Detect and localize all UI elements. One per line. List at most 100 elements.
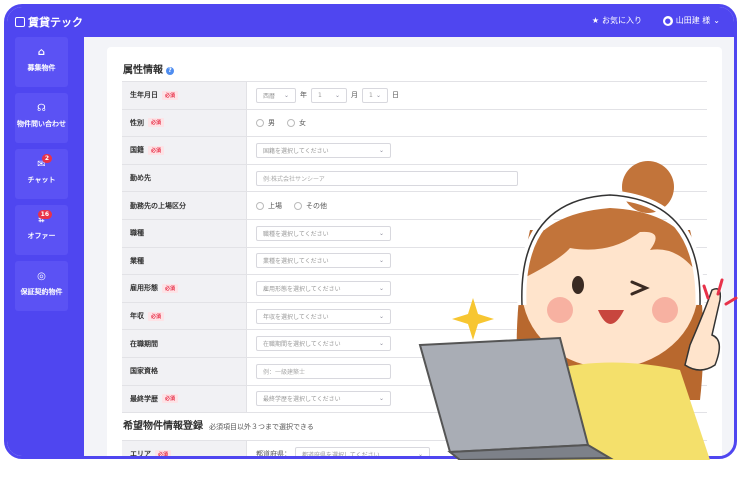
user-icon: ●: [662, 15, 673, 26]
favorites-link[interactable]: ★ お気に入り: [592, 15, 642, 26]
field-label: 業種: [122, 247, 246, 275]
radio-label: 男: [268, 118, 275, 127]
required-badge: 必須: [155, 449, 172, 456]
select-placeholder: 職種を選択してください: [263, 230, 329, 238]
field-label: 勤め先: [122, 164, 246, 192]
listing-radio-listed[interactable]: 上場: [256, 201, 282, 211]
chevron-down-icon: ⌄: [378, 146, 384, 154]
radio-icon: [294, 201, 302, 210]
home-icon: ⌂: [37, 47, 46, 58]
chevron-down-icon: ⌄: [713, 16, 720, 25]
section-note: 必須項目以外３つまで選択できる: [209, 423, 314, 431]
education-select[interactable]: 最終学歴を選択してください ⌄: [256, 391, 391, 407]
chevron-down-icon: ⌄: [378, 229, 384, 237]
nationality-select[interactable]: 国籍を選択してください ⌄: [256, 142, 391, 158]
radio-label: 女: [299, 118, 306, 127]
gender-radio-female[interactable]: 女: [287, 118, 306, 128]
logo-text: 賃貸テック: [28, 16, 83, 29]
era-select[interactable]: 西暦 ⌄: [256, 87, 296, 103]
logo-icon: [15, 17, 25, 27]
chevron-down-icon: ⌄: [375, 91, 381, 99]
day-select[interactable]: 1 ⌄: [362, 87, 388, 103]
user-name: 山田建 様: [675, 16, 711, 25]
field-label: 年収 必須: [122, 302, 246, 330]
user-menu[interactable]: ● 山田建 様 ⌄: [662, 15, 720, 26]
shield-icon: ◎: [37, 271, 46, 282]
logo[interactable]: 賃貸テック: [15, 14, 83, 30]
income-select[interactable]: 年収を選択してください ⌄: [256, 308, 391, 324]
qualification-input[interactable]: 例：一級建築士: [256, 363, 391, 379]
day-value: 1: [369, 91, 373, 99]
day-unit: 日: [392, 91, 399, 100]
top-bar: 賃貸テック ★ お気に入り ● 山田建 様 ⌄: [7, 7, 734, 37]
radio-icon: [256, 118, 264, 127]
section-title-text: 希望物件情報登録: [123, 421, 203, 432]
favorites-label: お気に入り: [602, 16, 642, 25]
chevron-down-icon: ⌄: [378, 284, 384, 292]
section-title-text: 属性情報: [123, 65, 163, 76]
chevron-down-icon: ⌄: [378, 257, 384, 265]
girl-laptop-illustration: [418, 161, 738, 460]
era-value: 西暦: [263, 92, 276, 100]
sidebar-item-guarantee[interactable]: ◎ 保証契約物件: [15, 261, 68, 311]
label-text: 職種: [130, 229, 144, 238]
label-text: 最終学歴: [130, 394, 158, 403]
label-text: 国籍: [130, 146, 144, 155]
industry-select[interactable]: 業種を選択してください ⌄: [256, 253, 391, 269]
sidebar-item-inquiries[interactable]: ☊ 物件問い合わせ: [15, 93, 68, 143]
month-unit: 月: [351, 91, 358, 100]
select-placeholder: 都道府県を選択してください: [302, 451, 380, 459]
year-unit: 年: [300, 91, 307, 100]
sidebar-item-label: 物件問い合わせ: [17, 120, 66, 128]
chevron-down-icon: ⌄: [283, 91, 289, 99]
field-label: 職種: [122, 219, 246, 247]
listing-radio-other[interactable]: その他: [294, 201, 327, 211]
laptop-screen: [418, 336, 590, 454]
required-badge: 必須: [162, 394, 179, 404]
required-badge: 必須: [162, 90, 179, 100]
label-text: 国家資格: [130, 367, 158, 376]
offers-badge: 16: [37, 210, 52, 219]
radio-label: 上場: [268, 201, 282, 210]
attributes-section-title: 属性情報?: [123, 61, 174, 76]
tenure-select[interactable]: 在職期間を選択してください ⌄: [256, 336, 391, 352]
radio-label: その他: [306, 201, 327, 210]
sidebar-item-label: 保証契約物件: [20, 288, 63, 296]
sidebar-item-listings[interactable]: ⌂ 募集物件: [15, 37, 68, 87]
field-label: 性別 必須: [122, 109, 246, 137]
chevron-down-icon: ⌄: [378, 312, 384, 320]
required-badge: 必須: [148, 145, 165, 155]
input-placeholder: 例:株式会社サンシーア: [263, 175, 325, 183]
chevron-down-icon: ⌄: [378, 395, 384, 403]
help-icon[interactable]: ?: [166, 67, 174, 75]
star-icon: ★: [591, 16, 599, 25]
sidebar-item-offers[interactable]: 16 ⌗ オファー: [15, 205, 68, 255]
month-value: 1: [318, 91, 322, 99]
label-text: 性別: [130, 118, 144, 127]
employment-select[interactable]: 雇用形態を選択してください ⌄: [256, 280, 391, 296]
field-label: 勤務先の上場区分: [122, 192, 246, 219]
field-label: 国籍 必須: [122, 137, 246, 164]
month-select[interactable]: 1 ⌄: [311, 87, 347, 103]
field-value: 西暦 ⌄ 年 1 ⌄ 月 1 ⌄ 日: [246, 82, 707, 109]
sidebar-item-label: チャット: [27, 176, 56, 184]
table-row: 性別 必須 男 女: [122, 109, 707, 138]
occupation-select[interactable]: 職種を選択してください ⌄: [256, 225, 391, 241]
label-text: 勤め先: [130, 174, 151, 183]
label-text: 雇用形態: [130, 284, 158, 293]
select-placeholder: 年収を選択してください: [263, 313, 329, 321]
select-placeholder: 雇用形態を選択してください: [263, 285, 341, 293]
field-label: 最終学歴 必須: [122, 385, 246, 413]
label-text: 業種: [130, 256, 144, 265]
gender-radio-male[interactable]: 男: [256, 118, 275, 128]
cheek-left: [547, 297, 573, 323]
radio-icon: [287, 118, 295, 127]
label-text: エリア: [130, 450, 151, 459]
field-label: エリア 必須: [122, 441, 246, 459]
preferences-section-title: 希望物件情報登録 必須項目以外３つまで選択できる: [123, 417, 314, 432]
table-row: 生年月日 必須 西暦 ⌄ 年 1 ⌄ 月 1 ⌄ 日: [122, 81, 707, 110]
label-text: 勤務先の上場区分: [130, 201, 186, 210]
select-placeholder: 国籍を選択してください: [263, 147, 329, 155]
headset-icon: ☊: [37, 103, 46, 114]
sidebar-item-chat[interactable]: 2 ✉ チャット: [15, 149, 68, 199]
